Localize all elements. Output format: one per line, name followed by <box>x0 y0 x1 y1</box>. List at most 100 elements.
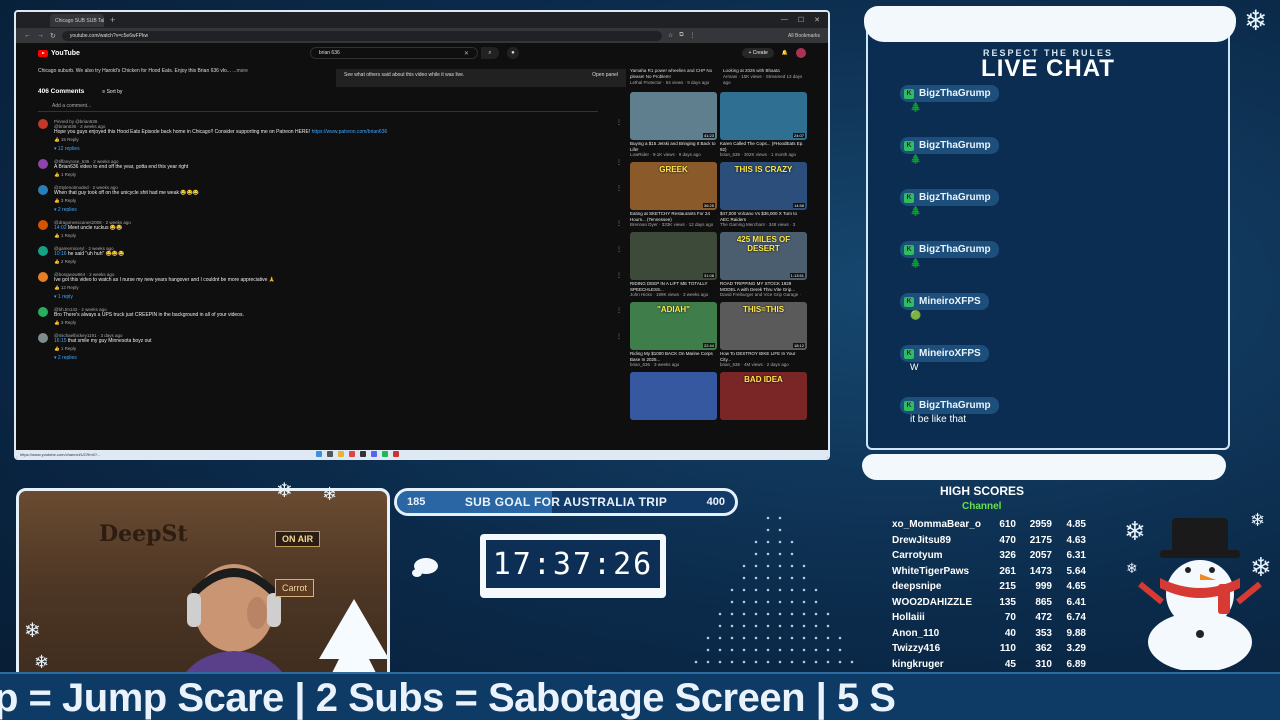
taskbar-explorer-icon[interactable] <box>338 451 344 457</box>
video-title[interactable]: RIDING DEEP IN A LIFT ME TOTALLY SPEECHL… <box>630 281 707 292</box>
taskbar-app-icon[interactable] <box>393 451 399 457</box>
extensions-icon[interactable]: ⧉ <box>679 32 683 39</box>
video-thumbnail[interactable]: GREEK 36:25 <box>630 162 717 210</box>
video-title[interactable]: Eating at SKETCHY Restaurants For 24 Hou… <box>630 211 710 222</box>
forward-icon[interactable]: → <box>37 32 44 40</box>
create-button[interactable]: + Create <box>742 48 774 58</box>
youtube-search-input[interactable]: brian 636 ✕ <box>309 47 478 59</box>
video-card[interactable]: "ADIAH" 22:44 Riding My $1000 BACK On Mari… <box>630 302 717 368</box>
video-thumbnail[interactable]: BAD IDEA <box>720 372 807 420</box>
taskbar-chrome-icon[interactable] <box>349 451 355 457</box>
comment-actions-text[interactable]: 1 Reply <box>61 346 76 351</box>
video-card[interactable]: THIS=THIS 18:12 How To DESTROY BIKE LIFE I… <box>720 302 807 368</box>
video-card[interactable]: 24:07 Karen Called The Cops... (#HoodEats… <box>720 92 807 158</box>
video-thumbnail[interactable]: THIS=THIS 18:12 <box>720 302 807 350</box>
account-avatar[interactable] <box>796 48 806 58</box>
new-tab-icon[interactable]: + <box>110 15 115 25</box>
comment-avatar[interactable] <box>38 333 48 343</box>
video-card[interactable]: 31:08 RIDING DEEP IN A LIFT ME TOTALLY SP… <box>630 232 717 298</box>
video-title[interactable]: Buying a $15 Jetski and Bringing It Back… <box>630 141 716 152</box>
video-thumbnail[interactable]: "ADIAH" 22:44 <box>630 302 717 350</box>
video-title[interactable]: ROAD TRIPPING MY STOCK 1929 MODEL A with… <box>720 281 795 292</box>
video-description[interactable]: Chicago suburb. We also try Harold's Chi… <box>38 68 624 76</box>
taskbar-spotify-icon[interactable] <box>382 451 388 457</box>
video-thumbnail[interactable]: 24:07 <box>720 92 807 140</box>
video-title[interactable]: How To DESTROY BIKE LIFE In Your City... <box>720 351 795 362</box>
comment-link[interactable]: https://www.patreon.com/brian636 <box>312 129 388 135</box>
video-title[interactable]: Riding My $1000 BACK On Marine Corps Bas… <box>630 351 713 362</box>
video-card[interactable]: 41:23 Buying a $15 Jetski and Bringing It… <box>630 92 717 158</box>
comment-avatar[interactable] <box>38 272 48 282</box>
comment-menu-icon[interactable]: ⋮ <box>616 272 624 300</box>
notifications-icon[interactable]: 🔔 <box>782 50 788 56</box>
view-replies-button[interactable]: ▾ 2 replies <box>54 207 610 213</box>
browser-tab[interactable]: Chicago SUB SUB Talk <box>50 13 104 27</box>
comment-actions-text[interactable]: 1 Reply <box>61 233 76 238</box>
taskbar-search-icon[interactable] <box>327 451 333 457</box>
sort-by-button[interactable]: ≡ Sort by <box>102 89 122 95</box>
video-card[interactable]: BAD IDEA <box>720 372 807 438</box>
comment-actions-text[interactable]: 3 Reply <box>61 320 76 325</box>
like-icon[interactable]: 👍 <box>54 198 60 203</box>
taskbar-discord-icon[interactable] <box>371 451 377 457</box>
menu-dots-icon[interactable]: ⋮ <box>690 32 696 39</box>
comment-actions-text[interactable]: 12 Reply <box>61 285 79 290</box>
like-icon[interactable]: 👍 <box>54 346 60 351</box>
comment-menu-icon[interactable]: ⋮ <box>616 119 624 152</box>
back-icon[interactable]: ← <box>24 32 31 40</box>
comment-avatar[interactable] <box>38 119 48 129</box>
comment-timestamp-link[interactable]: 16:15 <box>54 338 67 344</box>
comment-avatar[interactable] <box>38 159 48 169</box>
close-window-icon[interactable]: ✕ <box>814 16 820 24</box>
comment-menu-icon[interactable]: ⋮ <box>616 185 624 213</box>
maximize-icon[interactable]: ☐ <box>798 16 804 24</box>
video-card[interactable] <box>630 372 717 438</box>
search-icon[interactable]: ⌕ <box>480 47 499 59</box>
comment-actions-text[interactable]: 1 Reply <box>61 172 76 177</box>
view-replies-button[interactable]: ▾ 2 replies <box>54 355 610 361</box>
related-item[interactable]: Looking at 2026 with Bhaata Armani · 10K… <box>723 68 810 86</box>
related-item[interactable]: Yamaha R1 power wheelies and CHP No plea… <box>630 68 717 86</box>
like-icon[interactable]: 👍 <box>54 320 60 325</box>
comment-actions-text[interactable]: 15 Reply <box>61 137 79 142</box>
microphone-icon[interactable]: ● <box>506 47 519 59</box>
video-thumbnail[interactable]: 31:08 <box>630 232 717 280</box>
minimize-icon[interactable]: — <box>781 16 788 24</box>
comment-avatar[interactable] <box>38 307 48 317</box>
like-icon[interactable]: 👍 <box>54 172 60 177</box>
comment-avatar[interactable] <box>38 220 48 230</box>
description-more-link[interactable]: ...more <box>232 68 248 74</box>
video-thumbnail[interactable]: 425 MILES OF DESERT 1:13:51 <box>720 232 807 280</box>
like-icon[interactable]: 👍 <box>54 259 60 264</box>
comment-menu-icon[interactable]: ⋮ <box>616 220 624 239</box>
add-comment-input[interactable]: Add a comment... <box>38 103 598 112</box>
video-card[interactable]: GREEK 36:25 Eating at SKETCHY Restaurants … <box>630 162 717 228</box>
comment-menu-icon[interactable]: ⋮ <box>616 159 624 178</box>
video-thumbnail[interactable]: 41:23 <box>630 92 717 140</box>
view-replies-button[interactable]: ▾ 12 replies <box>54 146 610 152</box>
comment-timestamp-link[interactable]: 14:02 <box>54 225 67 231</box>
comment-avatar[interactable] <box>38 185 48 195</box>
video-thumbnail[interactable] <box>630 372 717 420</box>
comment-menu-icon[interactable]: ⋮ <box>616 246 624 265</box>
clear-search-icon[interactable]: ✕ <box>464 50 469 57</box>
comment-actions-text[interactable]: 2 Reply <box>61 259 76 264</box>
taskbar-obs-icon[interactable] <box>360 451 366 457</box>
comment-actions-text[interactable]: 3 Reply <box>61 198 76 203</box>
video-card[interactable]: THIS IS CRAZY 14:58 $47,000 Volcano Vs $36… <box>720 162 807 228</box>
comment-avatar[interactable] <box>38 246 48 256</box>
url-field[interactable]: youtube.com/watch?v=c5e6wFPkw <box>61 30 662 41</box>
youtube-logo[interactable]: YouTube <box>38 49 80 57</box>
comment-timestamp-link[interactable]: 10:16 <box>54 251 67 257</box>
video-title[interactable]: $47,000 Volcano Vs $36,000 X Turn to AEC… <box>720 211 797 222</box>
video-title[interactable]: Karen Called The Cops... (#HoodEats Ep. … <box>720 141 803 152</box>
reload-icon[interactable]: ↻ <box>50 32 56 40</box>
like-icon[interactable]: 👍 <box>54 233 60 238</box>
video-thumbnail[interactable]: THIS IS CRAZY 14:58 <box>720 162 807 210</box>
comment-menu-icon[interactable]: ⋮ <box>616 333 624 361</box>
all-bookmarks[interactable]: All Bookmarks <box>788 33 820 39</box>
bookmark-star-icon[interactable]: ☆ <box>668 32 673 39</box>
view-replies-button[interactable]: ▾ 1 reply <box>54 294 610 300</box>
like-icon[interactable]: 👍 <box>54 137 60 142</box>
like-icon[interactable]: 👍 <box>54 285 60 290</box>
